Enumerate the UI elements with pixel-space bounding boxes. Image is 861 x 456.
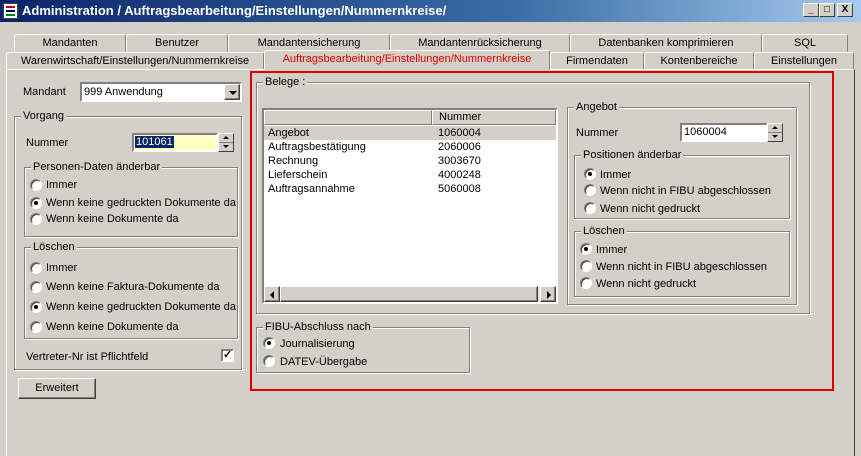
vorgang-nummer-stepper[interactable] bbox=[218, 133, 234, 152]
table-row-name[interactable]: Angebot bbox=[268, 127, 309, 139]
col-header-nummer[interactable]: Nummer bbox=[432, 110, 556, 125]
table-row-nummer[interactable]: 5060008 bbox=[438, 183, 481, 195]
positionen-radio-gedruckt[interactable] bbox=[584, 202, 596, 214]
col-header-name[interactable] bbox=[264, 110, 432, 125]
personen-legend: Personen-Daten änderbar bbox=[31, 161, 163, 173]
vertreter-checkbox[interactable]: ✓ bbox=[221, 349, 234, 362]
scroll-left-icon[interactable] bbox=[264, 286, 280, 302]
table-row-name[interactable]: Auftragsbestätigung bbox=[268, 141, 366, 153]
vorgang-nummer-input[interactable]: 101061 bbox=[132, 133, 218, 152]
table-row-name[interactable]: Auftragsannahme bbox=[268, 183, 355, 195]
angebot-loeschen-option-label: Wenn nicht gedruckt bbox=[596, 278, 697, 290]
table-row-nummer[interactable]: 3003670 bbox=[438, 155, 481, 167]
loeschen-legend-angebot: Löschen bbox=[581, 225, 627, 237]
personen-option-label: Immer bbox=[46, 179, 78, 191]
personen-option-label: Wenn keine Dokumente da bbox=[46, 213, 179, 225]
tab-einstellungen[interactable]: Einstellungen bbox=[754, 52, 854, 70]
fibu-option-label: Journalisierung bbox=[280, 338, 355, 350]
angebot-loeschen-radio-immer[interactable] bbox=[580, 243, 592, 255]
checkmark-icon: ✓ bbox=[223, 349, 233, 361]
angebot-loeschen-radio-fibu[interactable] bbox=[580, 260, 592, 272]
personen-radio-immer[interactable] bbox=[30, 179, 42, 191]
table-row-name[interactable]: Rechnung bbox=[268, 155, 318, 167]
loeschen-radio-faktura[interactable] bbox=[30, 281, 42, 293]
fibu-radio-datev[interactable] bbox=[263, 355, 275, 367]
vorgang-nummer-value: 101061 bbox=[135, 136, 174, 148]
horizontal-scrollbar[interactable] bbox=[264, 286, 556, 302]
loeschen-legend-left: Löschen bbox=[31, 241, 77, 253]
tab-firmendaten[interactable]: Firmendaten bbox=[550, 52, 644, 70]
loeschen-radio-keine[interactable] bbox=[30, 321, 42, 333]
vorgang-nummer-label: Nummer bbox=[26, 137, 69, 149]
mandant-select[interactable]: 999 Anwendung bbox=[80, 82, 242, 102]
window-title: Administration / Auftragsbearbeitung/Ein… bbox=[22, 3, 447, 18]
loeschen-radio-gedruckt[interactable] bbox=[30, 301, 42, 313]
tab-auftragsbearbeitung-nummernkreise[interactable]: Auftragsbearbeitung/Einstellungen/Nummer… bbox=[264, 50, 550, 70]
tab-sql[interactable]: SQL bbox=[762, 34, 848, 52]
scroll-thumb[interactable] bbox=[280, 286, 538, 302]
chevron-down-icon[interactable] bbox=[224, 84, 240, 100]
tab-warenwirtschaft-nummernkreise[interactable]: Warenwirtschaft/Einstellungen/Nummernkre… bbox=[6, 52, 264, 70]
vorgang-legend: Vorgang bbox=[21, 110, 66, 122]
app-icon bbox=[3, 3, 18, 19]
maximize-button[interactable]: □ bbox=[819, 3, 835, 17]
close-button[interactable]: X bbox=[837, 3, 853, 17]
fibu-radio-journalisierung[interactable] bbox=[263, 337, 275, 349]
fibu-option-label: DATEV-Übergabe bbox=[280, 356, 368, 368]
table-row-nummer[interactable]: 1060004 bbox=[438, 127, 481, 139]
angebot-nummer-stepper[interactable] bbox=[767, 123, 783, 142]
angebot-nummer-input[interactable]: 1060004 bbox=[680, 123, 768, 142]
mandant-label: Mandant bbox=[23, 86, 66, 98]
positionen-legend: Positionen änderbar bbox=[581, 149, 684, 161]
loeschen-option-label: Wenn keine gedruckten Dokumente da bbox=[46, 301, 236, 313]
positionen-option-label: Wenn nicht gedruckt bbox=[600, 203, 701, 215]
table-row-name[interactable]: Lieferschein bbox=[268, 169, 327, 181]
positionen-option-label: Immer bbox=[600, 169, 632, 181]
personen-option-label: Wenn keine gedruckten Dokumente da bbox=[46, 197, 236, 209]
tab-kontenbereiche[interactable]: Kontenbereiche bbox=[644, 52, 754, 70]
angebot-legend: Angebot bbox=[574, 101, 619, 113]
personen-radio-keine[interactable] bbox=[30, 213, 42, 225]
erweitert-button[interactable]: Erweitert bbox=[18, 378, 96, 399]
table-row-nummer[interactable]: 2060006 bbox=[438, 141, 481, 153]
belege-legend: Belege : bbox=[263, 76, 308, 88]
loeschen-radio-immer[interactable] bbox=[30, 262, 42, 274]
positionen-option-label: Wenn nicht in FIBU abgeschlossen bbox=[600, 185, 771, 197]
tab-benutzer[interactable]: Benutzer bbox=[126, 34, 228, 52]
tab-mandanten[interactable]: Mandanten bbox=[14, 34, 126, 52]
loeschen-option-label: Immer bbox=[46, 262, 78, 274]
angebot-loeschen-option-label: Wenn nicht in FIBU abgeschlossen bbox=[596, 261, 767, 273]
vertreter-label: Vertreter-Nr ist Pflichtfeld bbox=[26, 351, 149, 363]
title-bar: Administration / Auftragsbearbeitung/Ein… bbox=[0, 0, 861, 22]
angebot-loeschen-option-label: Immer bbox=[596, 244, 628, 256]
positionen-radio-immer[interactable] bbox=[584, 168, 596, 180]
angebot-nummer-value: 1060004 bbox=[684, 126, 727, 138]
positionen-radio-fibu[interactable] bbox=[584, 184, 596, 196]
angebot-nummer-label: Nummer bbox=[576, 127, 619, 139]
minimize-button[interactable]: _ bbox=[803, 3, 819, 17]
loeschen-option-label: Wenn keine Faktura-Dokumente da bbox=[46, 281, 220, 293]
loeschen-option-label: Wenn keine Dokumente da bbox=[46, 321, 179, 333]
belege-table[interactable]: Nummer Angebot 1060004 Auftragsbestätigu… bbox=[262, 108, 558, 304]
angebot-loeschen-radio-gedruckt[interactable] bbox=[580, 277, 592, 289]
table-row-nummer[interactable]: 4000248 bbox=[438, 169, 481, 181]
fibu-legend: FIBU-Abschluss nach bbox=[263, 321, 373, 333]
tab-datenbanken-komprimieren[interactable]: Datenbanken komprimieren bbox=[570, 34, 762, 52]
personen-radio-gedruckt[interactable] bbox=[30, 197, 42, 209]
scroll-right-icon[interactable] bbox=[540, 286, 556, 302]
mandant-value: 999 Anwendung bbox=[84, 86, 163, 98]
